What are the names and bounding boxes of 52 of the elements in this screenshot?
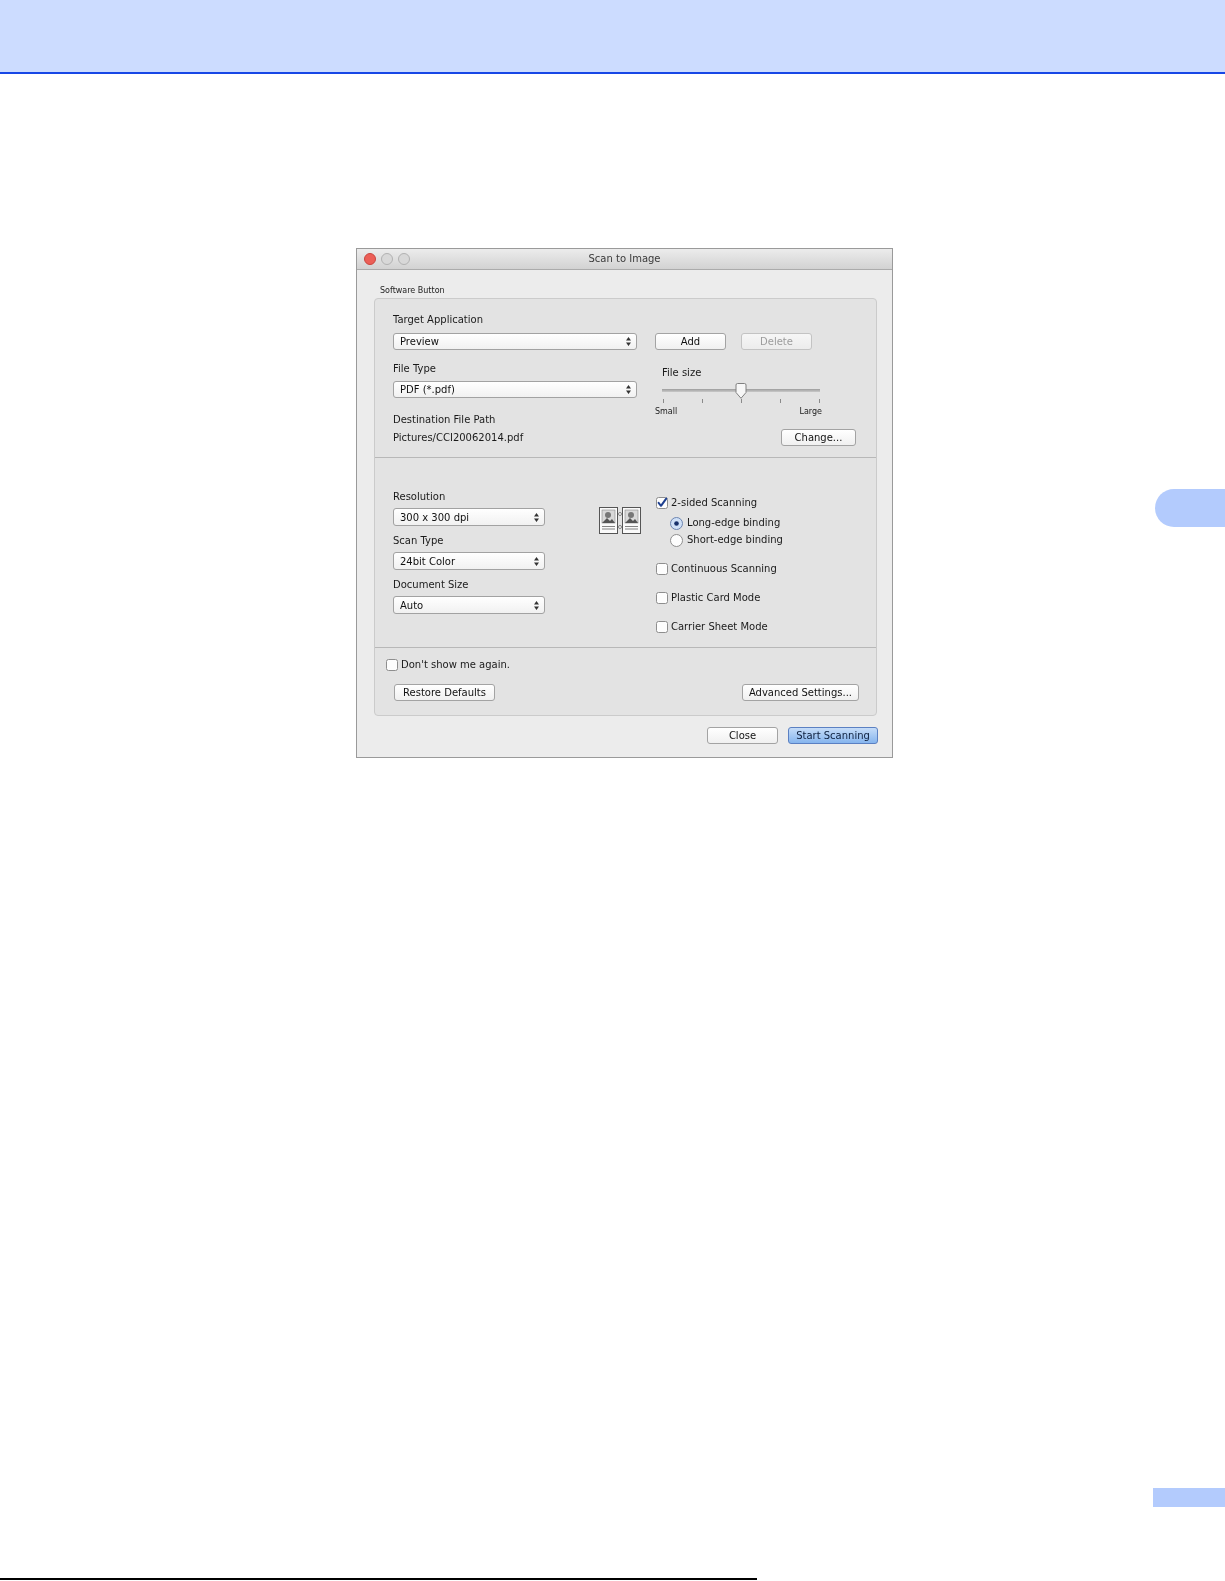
checkbox[interactable] <box>386 659 398 671</box>
checkbox[interactable] <box>656 592 668 604</box>
file-path-text: Pictures/CCI20062014.pdf <box>393 432 525 444</box>
dropdown[interactable]: Preview <box>393 333 637 350</box>
chapter-marker <box>1155 489 1225 527</box>
dropdown[interactable]: Auto <box>393 596 545 614</box>
dropdown[interactable]: 24bit Color <box>393 552 545 570</box>
field-label: File Type <box>393 363 437 375</box>
group-title: Software Button <box>380 286 446 296</box>
updown-arrows-icon <box>626 337 631 346</box>
checkbox-label: Carrier Sheet Mode <box>671 621 768 633</box>
radio-label: Short-edge binding <box>687 534 783 546</box>
checkbox[interactable] <box>656 563 668 575</box>
updown-arrows-icon <box>534 556 539 566</box>
tick-mark <box>780 399 781 403</box>
button[interactable]: Add <box>655 333 726 350</box>
duplex-pages-icon <box>599 507 641 534</box>
updown-arrows-icon <box>534 600 539 610</box>
tick-mark <box>819 399 820 403</box>
page-number-band <box>1153 1488 1225 1507</box>
field-label: Target Application <box>393 314 484 326</box>
radio-button[interactable] <box>670 533 683 547</box>
checkbox-label: 2-sided Scanning <box>671 497 758 509</box>
checkbox[interactable] <box>656 621 668 633</box>
window-close-button[interactable] <box>364 253 376 265</box>
checkbox-label: Don't show me again. <box>401 659 510 671</box>
button[interactable]: Start Scanning <box>788 727 878 744</box>
field-label: Scan Type <box>393 535 445 547</box>
checkbox-label: Continuous Scanning <box>671 563 777 575</box>
slider-max-label: Large <box>799 407 822 417</box>
checkbox-label: Plastic Card Mode <box>671 592 761 604</box>
dropdown[interactable]: 300 x 300 dpi <box>393 508 545 526</box>
field-label: Document Size <box>393 579 470 591</box>
tick-mark <box>741 399 742 403</box>
button[interactable]: Change... <box>781 429 856 446</box>
radio-button[interactable] <box>670 516 683 530</box>
field-label: Destination File Path <box>393 414 497 426</box>
dropdown[interactable]: PDF (*.pdf) <box>393 381 637 398</box>
slider-min-label: Small <box>655 407 678 417</box>
checkbox[interactable] <box>656 497 668 509</box>
button[interactable]: Advanced Settings... <box>741 684 859 701</box>
slider-thumb[interactable] <box>735 383 747 399</box>
field-label: File size <box>661 367 703 379</box>
tick-mark <box>702 399 703 403</box>
button[interactable]: Restore Defaults <box>394 684 495 701</box>
radio-label: Long-edge binding <box>687 517 781 529</box>
button[interactable]: Close <box>707 727 778 744</box>
updown-arrows-icon <box>626 385 631 394</box>
window-title: Scan to Image <box>588 253 661 265</box>
field-label: Resolution <box>393 491 447 503</box>
tick-mark <box>663 399 664 403</box>
updown-arrows-icon <box>534 512 539 522</box>
